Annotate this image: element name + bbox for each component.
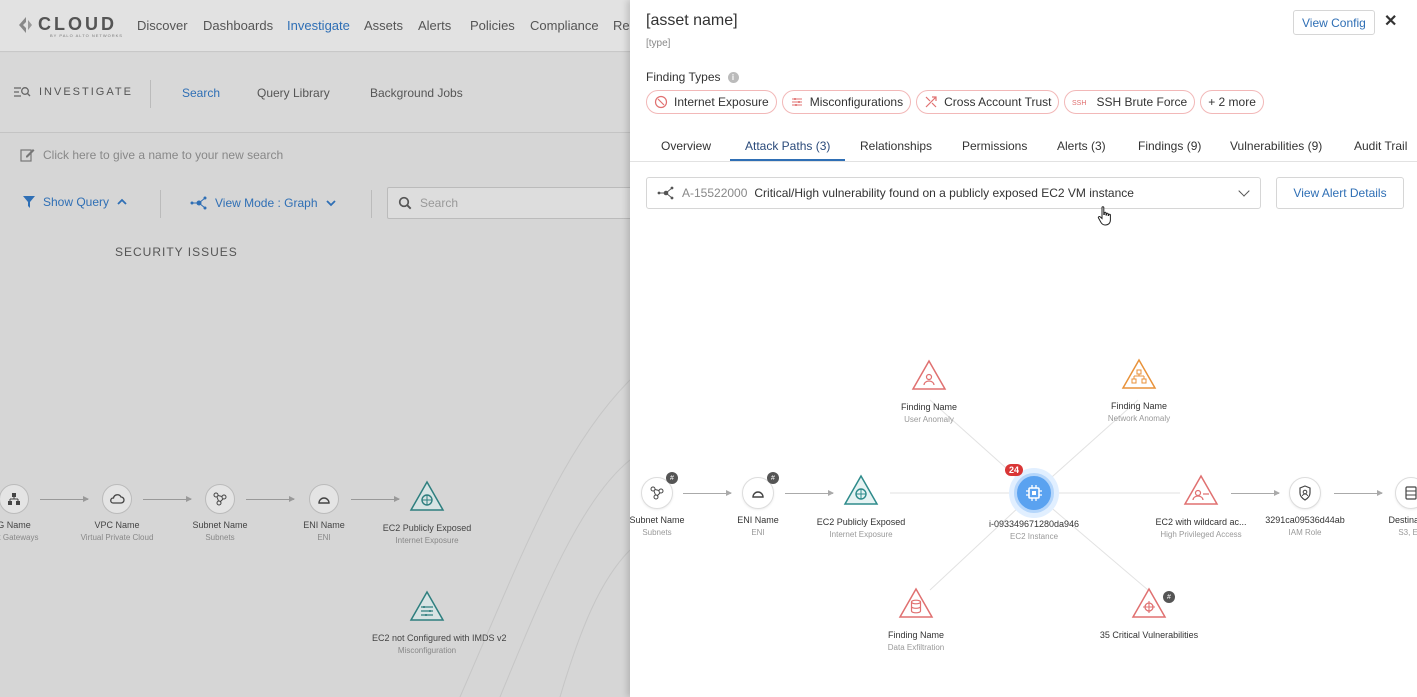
tab-background-jobs[interactable]: Background Jobs — [370, 86, 463, 100]
logo-mark-icon — [16, 15, 36, 35]
search-icon — [398, 196, 412, 210]
top-nav: CLOUD BY PALO ALTO NETWORKS Discover Das… — [0, 0, 630, 52]
graph-node[interactable]: VPC Name Virtual Private Cloud — [62, 484, 172, 542]
graph-node[interactable]: EC2 Publicly Exposed Internet Exposure — [372, 480, 482, 545]
view-mode-dropdown[interactable]: View Mode : Graph — [190, 195, 337, 211]
graph-node-network-anomaly[interactable]: Finding Name Network Anomaly — [1074, 358, 1204, 423]
link-badge-icon: # — [666, 472, 678, 484]
graph-node-ec2-exposed[interactable]: EC2 Publicly Exposed Internet Exposure — [796, 474, 926, 539]
internet-exposure-icon — [409, 480, 445, 511]
misconfiguration-icon — [409, 590, 445, 621]
eni-icon — [318, 497, 330, 504]
investigate-page: CLOUD BY PALO ALTO NETWORKS Discover Das… — [0, 0, 630, 697]
subnet-icon — [650, 486, 664, 500]
divider — [160, 190, 161, 218]
nav-alerts[interactable]: Alerts — [418, 18, 451, 33]
network-anomaly-icon — [1121, 358, 1157, 389]
nav-assets[interactable]: Assets — [364, 18, 403, 33]
divider — [150, 80, 151, 108]
investigate-icon — [14, 87, 31, 97]
filter-icon — [23, 196, 35, 208]
vulnerability-icon — [1131, 587, 1167, 618]
network-gateway-icon — [8, 493, 20, 505]
edit-icon — [20, 149, 35, 162]
search-name-field[interactable]: Click here to give a name to your new se… — [20, 148, 283, 162]
graph-node[interactable]: Subnet Name Subnets — [165, 484, 275, 542]
pointer-cursor-icon — [1097, 206, 1111, 226]
chevron-up-icon — [117, 198, 127, 205]
graph-edges — [890, 399, 1180, 591]
brand-logo: CLOUD BY PALO ALTO NETWORKS — [16, 14, 122, 38]
internet-exposure-icon — [843, 474, 879, 505]
chevron-down-icon — [325, 200, 336, 207]
subnet-icon — [213, 492, 227, 506]
tab-search[interactable]: Search — [182, 86, 220, 100]
high-privileged-access-icon — [1183, 474, 1219, 505]
graph-node-ec2-instance[interactable]: 24 i-093349671280da946 EC2 Instance — [969, 464, 1099, 541]
nav-compliance[interactable]: Compliance — [530, 18, 599, 33]
chip-icon — [1026, 485, 1042, 501]
nav-discover[interactable]: Discover — [137, 18, 188, 33]
graph-node-data-exfiltration[interactable]: Finding Name Data Exfiltration — [851, 587, 981, 652]
nav-investigate[interactable]: Investigate — [287, 18, 350, 33]
nav-dashboards[interactable]: Dashboards — [203, 18, 273, 33]
ec2-instance-node[interactable]: 24 — [1005, 464, 1054, 513]
investigate-heading: INVESTIGATE — [13, 86, 133, 98]
nav-policies[interactable]: Policies — [470, 18, 515, 33]
graph-node[interactable]: G Name net Gateways — [0, 484, 69, 542]
iam-role-icon — [1299, 485, 1311, 501]
graph-node-destination[interactable]: Destination S3, EC — [1346, 477, 1417, 537]
link-badge-icon: # — [767, 472, 779, 484]
graph-node-critical-vulnerabilities[interactable]: # 35 Critical Vulnerabilities — [1084, 587, 1214, 640]
user-anomaly-icon — [911, 359, 947, 390]
eni-icon — [752, 491, 764, 498]
tab-query-library[interactable]: Query Library — [257, 86, 330, 100]
data-exfiltration-icon — [898, 587, 934, 618]
graph-icon — [190, 196, 207, 210]
graph-node-user-anomaly[interactable]: Finding Name User Anomaly — [864, 359, 994, 424]
cloud-icon — [110, 494, 125, 504]
link-badge-icon: # — [1163, 591, 1175, 603]
graph-node[interactable]: ENI Name ENI — [269, 484, 379, 542]
show-query-toggle[interactable]: Show Query — [22, 195, 128, 209]
graph-node[interactable]: EC2 not Configured with IMDS v2 Misconfi… — [372, 590, 507, 655]
alert-count-badge: 24 — [1005, 464, 1024, 476]
storage-icon — [1405, 486, 1417, 500]
nav-reports[interactable]: Re — [613, 18, 630, 33]
asset-detail-panel: [asset name] [type] View Config ✕ Findin… — [630, 0, 1417, 697]
divider — [371, 190, 372, 218]
security-issues-title: SECURITY ISSUES — [115, 245, 238, 259]
graph-search-input[interactable]: Search — [387, 187, 630, 219]
